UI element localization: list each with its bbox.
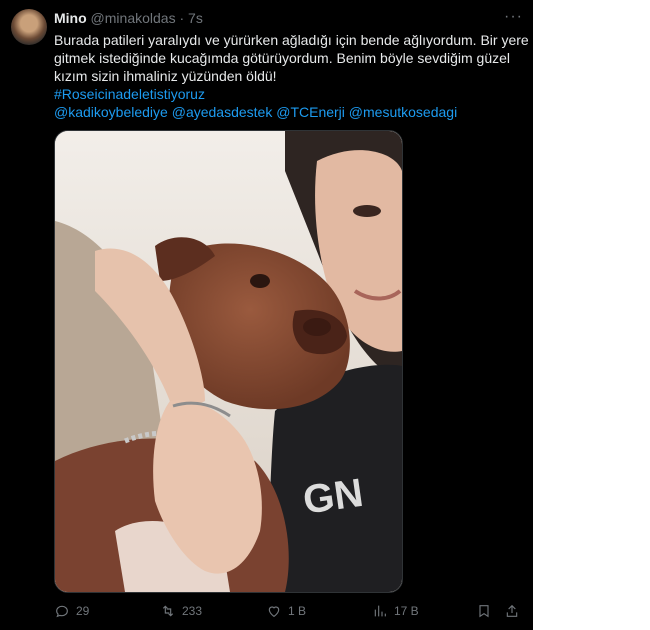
mention-link[interactable]: @ayedasdestek <box>172 104 273 120</box>
mention-link[interactable]: @mesutkosedagi <box>349 104 457 120</box>
reply-count: 29 <box>76 604 90 618</box>
tweet-actions: 29 233 1 B 17 B <box>54 600 524 622</box>
like-count: 1 B <box>288 604 307 618</box>
share-icon <box>506 604 518 617</box>
mentions-line: @kadikoybelediye @ayedasdestek @TCEnerji… <box>54 103 529 121</box>
retweet-count: 233 <box>182 604 203 618</box>
reply-button[interactable]: 29 <box>54 600 89 622</box>
bookmark-button[interactable] <box>476 600 492 622</box>
views-icon <box>374 605 386 617</box>
retweet-button[interactable]: 233 <box>160 600 202 622</box>
heart-icon <box>268 606 280 618</box>
photo-illustration: GN <box>55 131 402 592</box>
tweet-header: Mino @minakoldas · 7s <box>54 10 203 26</box>
like-button[interactable]: 1 B <box>266 600 306 622</box>
reply-icon <box>56 605 68 618</box>
bookmark-icon <box>479 605 489 618</box>
tweet-time[interactable]: 7s <box>188 10 203 26</box>
svg-text:GN: GN <box>300 471 366 523</box>
more-icon[interactable]: ··· <box>504 8 523 26</box>
share-button[interactable] <box>504 600 520 622</box>
avatar[interactable] <box>11 9 47 45</box>
views-count: 17 B <box>394 604 419 618</box>
tweet-text: Burada patileri yaralıydı ve yürürken ağ… <box>54 31 529 121</box>
tweet-photo[interactable]: GN <box>54 130 403 593</box>
retweet-icon <box>162 605 174 617</box>
tweet-text-line: kızım sizin ihmaliniz yüzünden öldü! <box>54 68 277 84</box>
views-button[interactable]: 17 B <box>372 600 419 622</box>
mention-link[interactable]: @TCEnerji <box>276 104 345 120</box>
header-separator: · <box>179 10 185 26</box>
tweet-text-line: gitmek istediğinde kucağımda götürüyordu… <box>54 50 511 66</box>
tweet-text-line: Burada patileri yaralıydı ve yürürken ağ… <box>54 32 529 48</box>
author-name[interactable]: Mino <box>54 10 87 26</box>
author-handle[interactable]: @minakoldas <box>91 10 176 26</box>
mention-link[interactable]: @kadikoybelediye <box>54 104 168 120</box>
tweet-card: Mino @minakoldas · 7s ··· Burada patiler… <box>0 0 533 630</box>
hashtag-link[interactable]: #Roseicinadeletistiyoruz <box>54 86 205 102</box>
